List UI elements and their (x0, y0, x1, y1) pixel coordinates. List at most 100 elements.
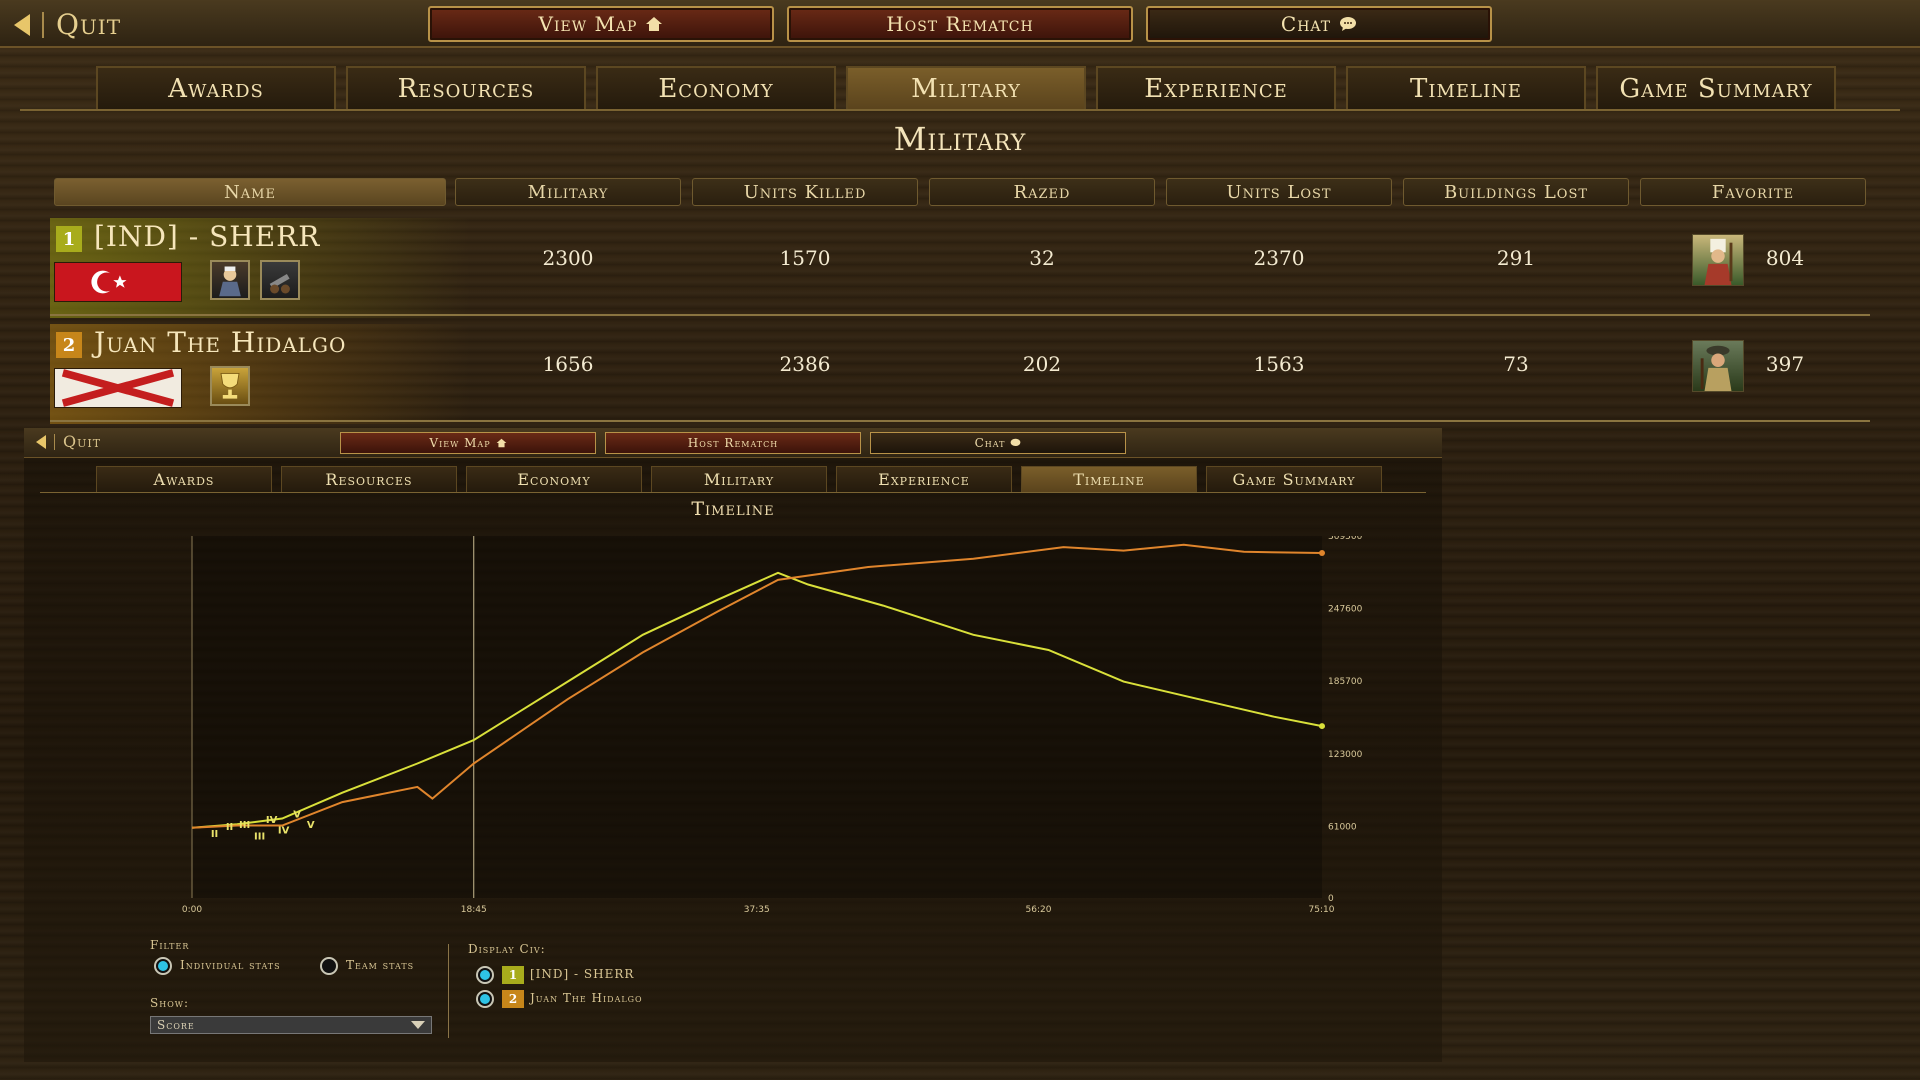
header-military[interactable]: Military (455, 178, 681, 206)
player-rank-badge: 2 (56, 332, 82, 358)
header-razed[interactable]: Razed (929, 178, 1155, 206)
show-dropdown[interactable]: Score (150, 1016, 432, 1034)
top-bar: Quit View Map Host Rematch Chat (0, 0, 1920, 48)
player-name: Juan The Hidalgo (94, 326, 347, 359)
tab-timeline[interactable]: Timeline (1346, 66, 1586, 110)
age-up-marker: III (254, 832, 265, 843)
view-map-button[interactable]: View Map (428, 6, 774, 42)
embedded-tabs: Awards Resources Economy Military Experi… (96, 466, 1382, 492)
timeline-panel: Quit View Map Host Rematch Chat Awards R… (24, 428, 1442, 1062)
quit-label: Quit (56, 8, 122, 41)
x-tick-label: 18:45 (461, 905, 487, 915)
tab-experience[interactable]: Experience (1096, 66, 1336, 110)
host-rematch-label: Host Rematch (886, 12, 1034, 36)
host-rematch-label: Host Rematch (687, 436, 779, 450)
section-title: Military (893, 120, 1027, 158)
header-name[interactable]: Name (54, 178, 446, 206)
divider (54, 433, 55, 450)
view-map-label: View Map (538, 12, 638, 36)
military-score: 1656 (542, 352, 594, 376)
display-civ-2-radio[interactable] (476, 990, 494, 1008)
tab-game-summary[interactable]: Game Summary (1596, 66, 1836, 110)
chat-label: Chat (974, 436, 1006, 450)
y-tick-label: 0 (1328, 894, 1334, 904)
chat-button[interactable]: Chat (1146, 6, 1492, 42)
display-civ-label: Display Civ: (468, 942, 546, 956)
filter-label: Filter (150, 938, 190, 952)
units-killed: 2386 (779, 352, 831, 376)
player-row-1: 1 [IND] - SHERR 2300 1570 32 2370 291 80… (50, 218, 1870, 318)
razed: 32 (1029, 246, 1055, 270)
quit-button[interactable]: Quit (14, 8, 121, 41)
display-civ-2-name: Juan The Hidalgo (530, 991, 643, 1005)
tab-divider (40, 492, 1426, 493)
buildings-lost: 291 (1496, 246, 1536, 270)
tab-economy[interactable]: Economy (466, 466, 642, 492)
civ-rank-badge: 1 (502, 966, 524, 984)
tab-awards[interactable]: Awards (96, 66, 336, 110)
display-civ-1-radio[interactable] (476, 966, 494, 984)
spanish-burgundy-flag-icon (54, 368, 182, 408)
header-units-lost[interactable]: Units Lost (1166, 178, 1392, 206)
timeline-chart: 0:00 18:45 37:35 56:20 75:10 0 61000 123000 1857… (144, 532, 1384, 920)
tab-game-summary[interactable]: Game Summary (1206, 466, 1382, 492)
header-units-killed[interactable]: Units Killed (692, 178, 918, 206)
tab-military[interactable]: Military (651, 466, 827, 492)
team-stats-label: Team stats (346, 958, 415, 972)
stats-tabs: Awards Resources Economy Military Experi… (96, 66, 1836, 110)
unit-portrait-icon (210, 260, 250, 300)
team-stats-radio[interactable] (320, 957, 338, 975)
header-favorite[interactable]: Favorite (1640, 178, 1866, 206)
chat-bubble-icon (1340, 17, 1357, 31)
home-icon (646, 17, 663, 31)
tab-economy[interactable]: Economy (596, 66, 836, 110)
chat-label: Chat (1280, 12, 1332, 36)
embedded-top-bar: Quit View Map Host Rematch Chat (24, 428, 1442, 458)
chat-bubble-icon (1011, 438, 1021, 447)
filter-divider (448, 944, 449, 1038)
embedded-quit-button[interactable]: Quit (36, 432, 101, 451)
home-icon (496, 438, 506, 448)
y-tick-label: 309500 (1328, 536, 1363, 542)
chevron-down-icon (411, 1021, 425, 1029)
embedded-view-map-button[interactable]: View Map (340, 432, 596, 454)
trophy-icon (210, 366, 250, 406)
x-tick-label: 0:00 (182, 905, 202, 915)
host-rematch-button[interactable]: Host Rematch (787, 6, 1133, 42)
tab-awards[interactable]: Awards (96, 466, 272, 492)
razed: 202 (1022, 352, 1062, 376)
individual-stats-radio[interactable] (154, 957, 172, 975)
embedded-quit-label: Quit (63, 432, 102, 451)
row-divider (50, 314, 1870, 316)
tab-experience[interactable]: Experience (836, 466, 1012, 492)
military-score: 2300 (542, 246, 594, 270)
embedded-chat-button[interactable]: Chat (870, 432, 1126, 454)
age-up-marker: V (307, 820, 315, 831)
cannon-icon (260, 260, 300, 300)
tab-resources[interactable]: Resources (281, 466, 457, 492)
age-up-marker: IV (278, 826, 290, 837)
tab-resources[interactable]: Resources (346, 66, 586, 110)
header-buildings-lost[interactable]: Buildings Lost (1403, 178, 1629, 206)
tab-divider (20, 109, 1900, 111)
musketeer-icon (1692, 340, 1744, 392)
civ-rank-badge: 2 (502, 990, 524, 1008)
units-lost: 2370 (1253, 246, 1305, 270)
ottoman-flag-icon (54, 262, 182, 302)
age-up-marker: II (226, 822, 233, 833)
embedded-host-rematch-button[interactable]: Host Rematch (605, 432, 861, 454)
timeline-title: Timeline (691, 498, 775, 520)
divider (42, 11, 44, 38)
age-up-marker: V (293, 809, 301, 820)
show-dropdown-value: Score (157, 1018, 195, 1032)
y-tick-label: 185700 (1328, 677, 1363, 687)
age-up-marker: IV (266, 815, 278, 826)
x-tick-label: 56:20 (1026, 905, 1052, 915)
tab-military[interactable]: Military (846, 66, 1086, 110)
tab-timeline[interactable]: Timeline (1021, 466, 1197, 492)
player-rank-badge: 1 (56, 226, 82, 252)
y-tick-label: 247600 (1328, 604, 1363, 614)
units-lost: 1563 (1253, 352, 1305, 376)
player-name: [IND] - SHERR (94, 220, 321, 253)
janissary-icon (1692, 234, 1744, 286)
